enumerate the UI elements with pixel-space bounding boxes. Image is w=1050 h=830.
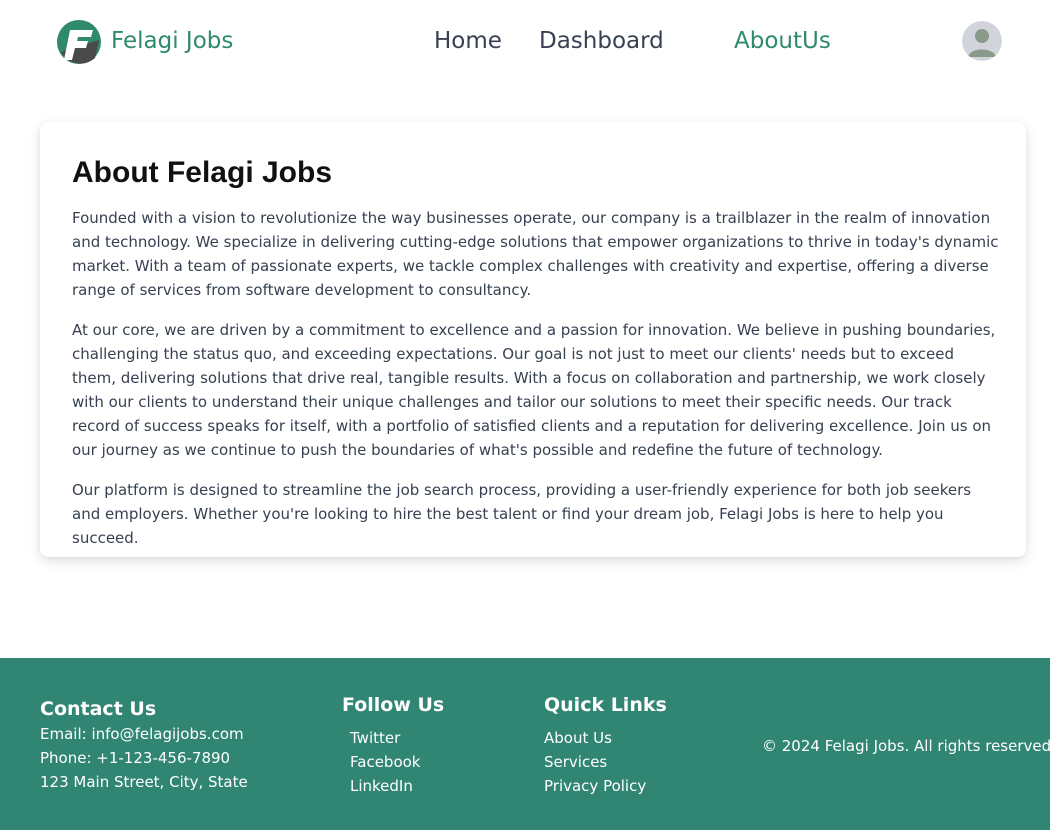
about-paragraph-2: At our core, we are driven by a commitme… xyxy=(72,321,996,459)
nav-about-link[interactable]: AboutUs xyxy=(734,28,831,54)
quick-links-heading: Quick Links xyxy=(544,694,667,716)
about-paragraph-1: Founded with a vision to revolutionize t… xyxy=(72,209,999,299)
site-footer: Contact Us Email: info@felagijobs.com Ph… xyxy=(0,658,1050,830)
contact-phone: Phone: +1-123-456-7890 xyxy=(40,749,231,767)
facebook-link[interactable]: Facebook xyxy=(350,750,420,774)
user-avatar-icon[interactable] xyxy=(962,21,1002,61)
about-us-link[interactable]: About Us xyxy=(544,726,612,750)
top-navbar: Felagi Jobs Home Dashboard AboutUs xyxy=(0,0,1050,86)
nav-dashboard-link[interactable]: Dashboard xyxy=(539,28,664,54)
linkedin-link[interactable]: LinkedIn xyxy=(350,774,413,798)
brand-name[interactable]: Felagi Jobs xyxy=(111,28,233,54)
page-title: About Felagi Jobs xyxy=(72,156,333,189)
felagi-logo-icon[interactable] xyxy=(55,18,103,66)
twitter-link[interactable]: Twitter xyxy=(350,726,400,750)
copyright-text: © 2024 Felagi Jobs. All rights reserved. xyxy=(762,737,1050,755)
nav-home-link[interactable]: Home xyxy=(434,28,502,54)
contact-address: 123 Main Street, City, State xyxy=(40,773,248,791)
about-card: About Felagi Jobs Founded with a vision … xyxy=(40,122,1026,557)
contact-email: Email: info@felagijobs.com xyxy=(40,725,244,743)
about-paragraph-3: Our platform is designed to streamline t… xyxy=(72,481,972,547)
privacy-policy-link[interactable]: Privacy Policy xyxy=(544,774,646,798)
services-link[interactable]: Services xyxy=(544,750,607,774)
follow-heading: Follow Us xyxy=(342,694,445,716)
contact-heading: Contact Us xyxy=(40,698,157,720)
